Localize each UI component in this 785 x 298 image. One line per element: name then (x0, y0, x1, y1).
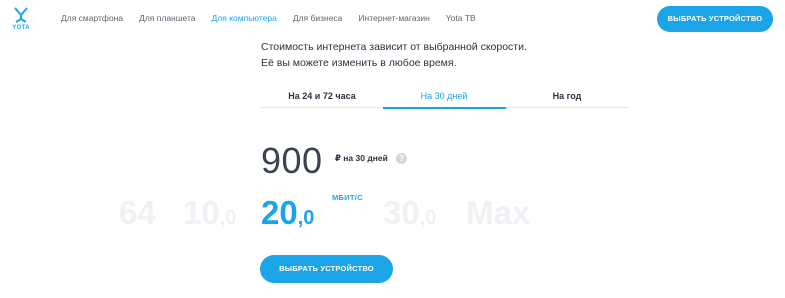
description-line-1: Стоимость интернета зависит от выбранной… (261, 41, 527, 53)
speed-fraction: ,0 (297, 207, 315, 229)
speed-option-10[interactable]: 10,0 (183, 194, 236, 239)
price-period: ₽ на 30 дней (335, 153, 388, 163)
logo-text: YOTA (12, 25, 30, 31)
main-nav: Для смартфона Для планшета Для компьютер… (61, 13, 492, 23)
speed-fraction: ,0 (419, 207, 437, 229)
nav-shop[interactable]: Интернет-магазин (358, 13, 429, 23)
speed-option-max[interactable]: Max (466, 194, 530, 239)
description: Стоимость интернета зависит от выбранной… (261, 40, 527, 71)
speed-option-64[interactable]: 64 (119, 194, 156, 239)
info-icon[interactable]: ? (396, 153, 407, 164)
nav-yota-tv[interactable]: Yota ТВ (446, 13, 476, 23)
choose-device-header-button[interactable]: ВЫБРАТЬ УСТРОЙСТВО (657, 6, 773, 32)
speed-value: 20 (261, 194, 298, 231)
speed-value: Max (466, 194, 531, 231)
speed-option-30[interactable]: 30,0 (383, 194, 436, 239)
speed-value: 30 (383, 194, 420, 231)
description-line-2: Её вы можете изменить в любое время. (261, 56, 457, 69)
tab-30-days[interactable]: На 30 дней (383, 91, 505, 101)
yota-logo-icon (14, 7, 28, 23)
active-tab-indicator (383, 107, 506, 109)
period-tabs: На 24 и 72 часа На 30 дней На год (261, 86, 629, 108)
choose-device-button[interactable]: ВЫБРАТЬ УСТРОЙСТВО (260, 255, 393, 283)
tab-24-72-hours[interactable]: На 24 и 72 часа (261, 91, 383, 101)
speed-option-20-selected[interactable]: 20,0 (261, 194, 314, 239)
speed-value: 64 (119, 194, 156, 231)
price-amount: 900 (261, 140, 323, 181)
site-header: YOTA Для смартфона Для планшета Для комп… (0, 0, 785, 40)
speed-fraction: ,0 (219, 207, 237, 229)
tab-year[interactable]: На год (505, 91, 629, 101)
nav-business[interactable]: Для бизнеса (293, 13, 343, 23)
speed-value: 10 (183, 194, 220, 231)
speed-unit: МБИТ/С (332, 193, 363, 202)
nav-tablet[interactable]: Для планшета (139, 13, 195, 23)
nav-smartphone[interactable]: Для смартфона (61, 13, 123, 23)
nav-computer[interactable]: Для компьютера (212, 13, 277, 23)
yota-logo[interactable]: YOTA (10, 7, 36, 35)
